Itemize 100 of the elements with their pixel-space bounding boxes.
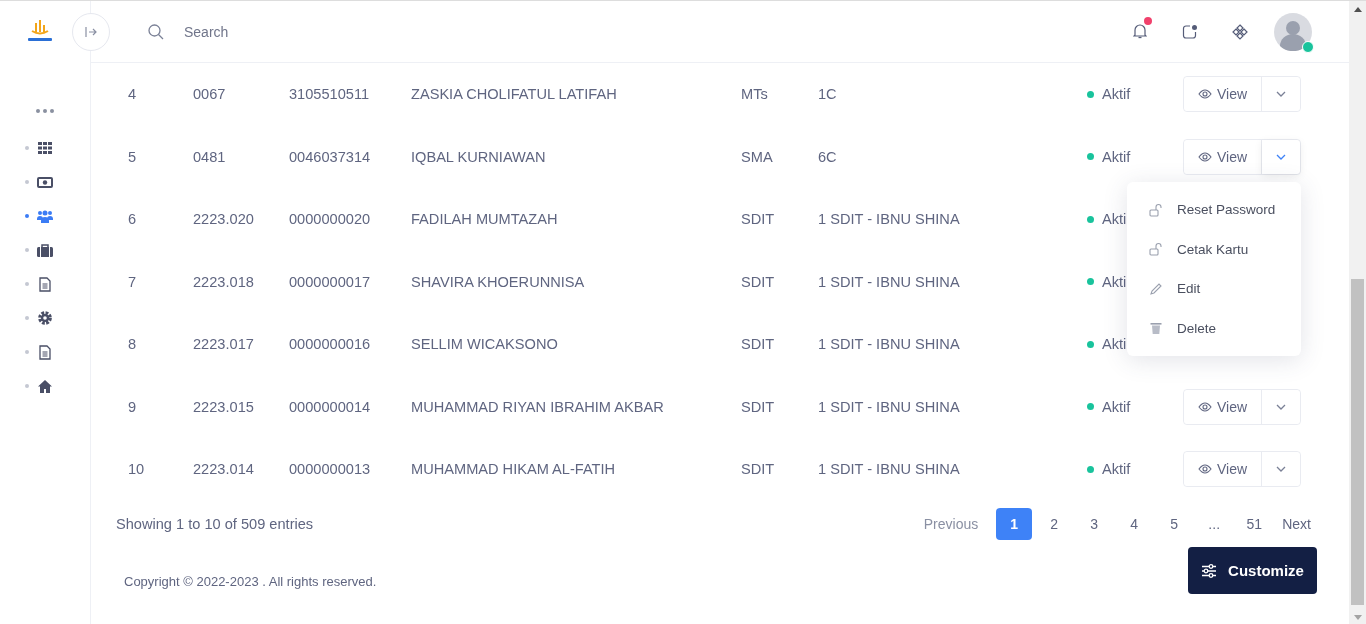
class-name-cell-text: 1 SDIT - IBNU SHINA	[818, 211, 961, 228]
view-button[interactable]: View	[1184, 77, 1262, 112]
document-icon[interactable]	[39, 276, 51, 292]
nisn-cell-text: 0000000016	[289, 336, 372, 353]
chat-icon[interactable]	[1182, 23, 1198, 40]
eye-icon	[1197, 151, 1212, 162]
school-level-cell-text: SDIT	[741, 211, 776, 228]
padlock-icon	[1149, 202, 1163, 217]
avatar[interactable]	[1274, 12, 1312, 51]
page-link[interactable]: ...	[1196, 507, 1233, 540]
row-number-cell-text: 9	[128, 398, 138, 415]
student-id-cell-text: 2223.018	[193, 273, 255, 290]
status-text: Akti	[1102, 211, 1127, 228]
document-icon[interactable]	[39, 344, 51, 360]
status-dot	[1087, 90, 1094, 98]
status-text: Aktif	[1102, 86, 1131, 103]
class-name-cell-text: 1 SDIT - IBNU SHINA	[818, 273, 961, 290]
status-text: Aktif	[1102, 461, 1131, 478]
row-number-cell-text: 8	[128, 336, 138, 353]
student-id-cell-text: 0067	[193, 86, 227, 103]
view-button[interactable]: View	[1184, 452, 1262, 487]
school-level-cell-text: SDIT	[741, 461, 776, 478]
student-name-cell-text: ZASKIA CHOLIFATUL LATIFAH	[411, 86, 618, 103]
menu-item[interactable]: Cetak Kartu	[1127, 229, 1301, 269]
row-number-cell-text: 10	[128, 461, 146, 478]
student-name-cell-text: IQBAL KURNIAWAN	[411, 148, 547, 165]
student-name-cell-text: SELLIM WICAKSONO	[411, 336, 559, 353]
briefcase-icon[interactable]	[37, 243, 53, 257]
collapse-icon	[85, 25, 97, 38]
sidebar-toggle-button[interactable]	[72, 12, 110, 51]
nisn-cell-text: 0000000017	[289, 273, 372, 290]
student-name-cell-text: MUHAMMAD RIYAN IBRAHIM AKBAR	[411, 398, 665, 415]
search-icon	[148, 23, 164, 40]
status-text: Aktif	[1102, 148, 1131, 165]
menu-item[interactable]: Edit	[1127, 269, 1301, 309]
users-icon[interactable]	[37, 209, 53, 223]
school-level-cell-text: SDIT	[741, 398, 776, 415]
page-link[interactable]: 51	[1236, 507, 1273, 540]
row-number-cell-text: 5	[128, 148, 138, 165]
view-button[interactable]: View	[1184, 139, 1262, 174]
student-name-cell-text: MUHAMMAD HIKAM AL-FATIH	[411, 461, 617, 478]
school-level-cell-text: SDIT	[741, 336, 776, 353]
logo-icon[interactable]	[26, 19, 54, 44]
status-dot	[1087, 215, 1094, 223]
dropdown-toggle-button[interactable]	[1262, 139, 1300, 174]
school-level-cell-text: SDIT	[741, 273, 776, 290]
bell-icon[interactable]	[1133, 24, 1147, 39]
row-number-cell-text: 7	[128, 273, 138, 290]
student-name-cell-text: FADILAH MUMTAZAH	[411, 211, 559, 228]
menu-item[interactable]: Delete	[1127, 308, 1301, 348]
chevron-down-icon	[1276, 403, 1286, 410]
next-page-link[interactable]: Next	[1274, 515, 1319, 532]
student-id-cell-text: 2223.017	[193, 336, 255, 353]
eye-icon	[1197, 464, 1212, 475]
sliders-icon	[1201, 563, 1218, 578]
status-dot	[1087, 153, 1094, 161]
nisn-cell-text: 0000000014	[289, 398, 372, 415]
scrollbar[interactable]	[1349, 1, 1366, 624]
page-link[interactable]: 2	[1036, 507, 1073, 540]
home-icon[interactable]	[38, 379, 52, 393]
chevron-down-icon	[1276, 153, 1286, 160]
menu-item[interactable]: Reset Password	[1127, 190, 1301, 230]
more-icon[interactable]	[35, 108, 55, 114]
customize-button[interactable]: Customize	[1188, 547, 1317, 594]
status-dot	[1087, 278, 1094, 286]
view-button[interactable]: View	[1184, 389, 1262, 424]
school-level-cell-text: SMA	[741, 148, 774, 165]
page-link[interactable]: 1	[996, 507, 1033, 540]
grid-icon[interactable]	[38, 142, 52, 154]
nisn-cell-text: 0000000013	[289, 461, 372, 478]
status-text: Aktif	[1102, 398, 1131, 415]
class-name-cell-text: 6C	[818, 148, 838, 165]
eye-icon	[1197, 89, 1212, 100]
previous-page-link[interactable]: Previous	[915, 515, 987, 532]
student-name-cell-text: SHAVIRA KHOERUNNISA	[411, 273, 586, 290]
scroll-up-arrow-icon[interactable]	[1353, 7, 1362, 12]
nisn-cell-text: 0000000020	[289, 211, 372, 228]
school-level-cell-text: MTs	[741, 86, 769, 103]
status-dot	[1087, 403, 1094, 411]
gear-icon[interactable]	[38, 311, 52, 325]
chevron-down-icon	[1276, 91, 1286, 98]
copyright-text: Copyright © 2022-2023 . All rights reserved.	[124, 573, 378, 589]
student-id-cell-text: 2223.020	[193, 211, 255, 228]
class-name-cell-text: 1 SDIT - IBNU SHINA	[818, 336, 961, 353]
banknote-icon[interactable]	[37, 176, 53, 188]
student-id-cell-text: 0481	[193, 148, 227, 165]
nisn-cell-text: 0046037314	[289, 148, 372, 165]
class-name-cell-text: 1 SDIT - IBNU SHINA	[818, 398, 961, 415]
status-dot	[1087, 465, 1094, 473]
apps-icon[interactable]	[1232, 23, 1248, 40]
class-name-cell-text: 1C	[818, 86, 838, 103]
page-link[interactable]: 3	[1076, 507, 1113, 540]
padlock-icon	[1149, 242, 1163, 257]
row-number-cell-text: 6	[128, 211, 138, 228]
status-text: Akti	[1102, 273, 1127, 290]
page-link[interactable]: 5	[1156, 507, 1193, 540]
page-link[interactable]: 4	[1116, 507, 1153, 540]
status-dot	[1087, 340, 1094, 348]
row-number-cell-text: 4	[128, 86, 138, 103]
class-name-cell-text: 1 SDIT - IBNU SHINA	[818, 461, 961, 478]
